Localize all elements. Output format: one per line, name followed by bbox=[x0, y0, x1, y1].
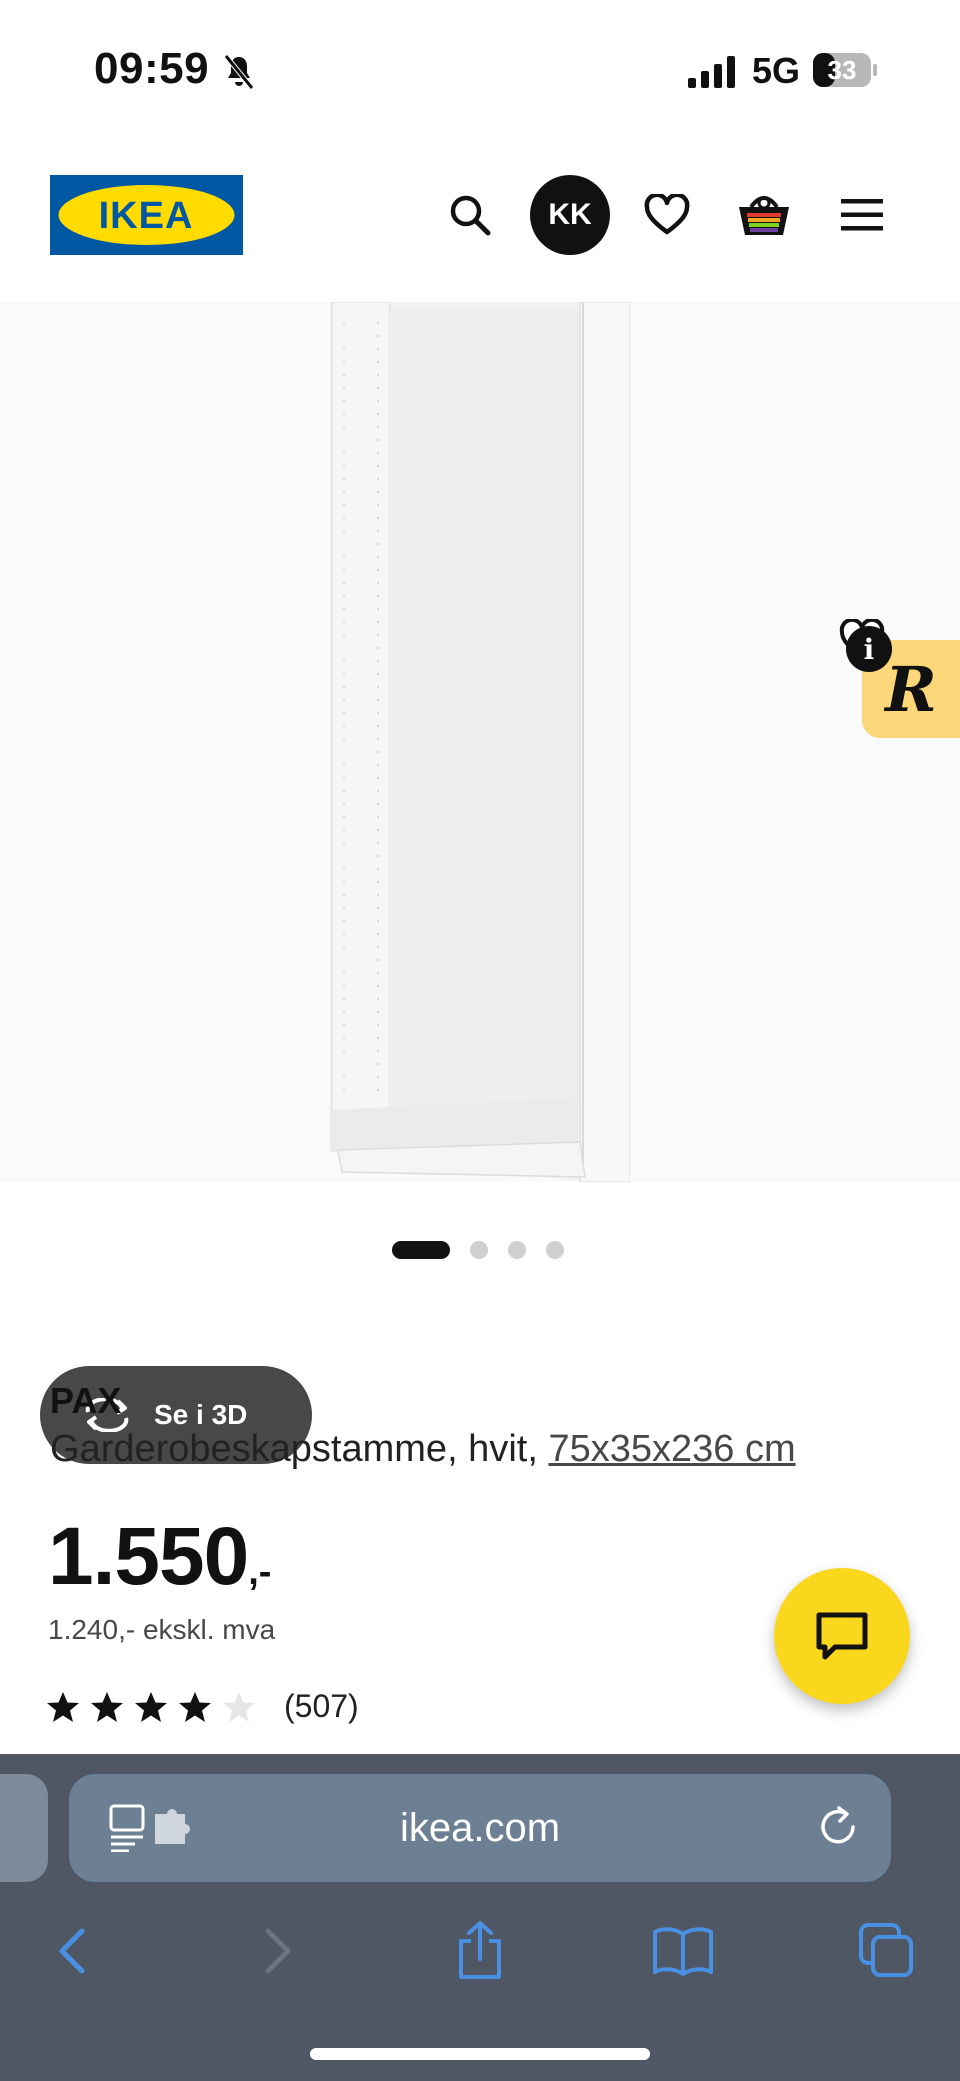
browser-nav bbox=[0, 1906, 960, 1996]
chat-icon bbox=[816, 1612, 868, 1660]
menu-icon[interactable] bbox=[829, 182, 895, 248]
price-value: 1.550 bbox=[48, 1511, 249, 1602]
battery-level: 33 bbox=[828, 55, 857, 85]
gallery-dot[interactable] bbox=[470, 1241, 488, 1259]
url-text: ikea.com bbox=[399, 1805, 561, 1850]
info-icon[interactable]: i bbox=[846, 626, 892, 672]
gallery-pagination bbox=[392, 1241, 564, 1259]
star-icon-filled bbox=[91, 1691, 123, 1722]
user-avatar[interactable]: KK bbox=[530, 175, 610, 255]
shopping-bag-icon[interactable] bbox=[731, 182, 797, 248]
address-bar[interactable]: ikea.com bbox=[69, 1774, 891, 1882]
ikea-logo[interactable]: IKEA bbox=[50, 175, 243, 255]
share-icon[interactable] bbox=[445, 1916, 515, 1986]
wardrobe-image bbox=[330, 302, 630, 1182]
site-header: IKEA KK bbox=[0, 160, 960, 270]
product-name: PAX bbox=[50, 1380, 122, 1421]
battery-icon: 33 bbox=[812, 52, 878, 88]
signal-icon bbox=[688, 56, 735, 88]
home-indicator[interactable] bbox=[310, 2048, 650, 2060]
star-icon-filled bbox=[47, 1691, 79, 1722]
forward-icon[interactable] bbox=[244, 1916, 314, 1986]
bookmarks-icon[interactable] bbox=[648, 1916, 718, 1986]
network-type: 5G bbox=[752, 50, 801, 91]
price-excl-vat: 1.240,- ekskl. mva bbox=[48, 1614, 276, 1645]
tabs-icon[interactable] bbox=[852, 1916, 922, 1986]
search-icon[interactable] bbox=[437, 182, 503, 248]
muted-bell-icon bbox=[224, 54, 254, 90]
review-count: (507) bbox=[284, 1688, 359, 1724]
status-time: 09:59 bbox=[94, 44, 210, 93]
product-type: Garderobeskapstamme, hvit, bbox=[50, 1428, 538, 1470]
product-description: Garderobeskapstamme, hvit, 75x35x236 cm bbox=[50, 1428, 796, 1471]
favorites-icon[interactable] bbox=[634, 182, 700, 248]
view-in-3d-label: Se i 3D bbox=[154, 1399, 248, 1430]
product-rating[interactable]: (507) bbox=[46, 1688, 359, 1725]
status-bar: 09:59 5G 33 bbox=[0, 0, 960, 140]
browser-toolbar: ikea.com bbox=[0, 1754, 960, 2081]
product-price: 1.550,- bbox=[48, 1510, 271, 1604]
previous-tab-stub[interactable] bbox=[0, 1774, 48, 1882]
product-image[interactable]: Se i 3D bbox=[0, 302, 960, 1464]
price-suffix: ,- bbox=[248, 1551, 272, 1593]
gallery-dot[interactable] bbox=[546, 1241, 564, 1259]
star-icon-filled bbox=[179, 1691, 211, 1722]
gallery-dot-active[interactable] bbox=[392, 1241, 450, 1259]
star-icon-filled bbox=[135, 1691, 167, 1722]
product-size-link[interactable]: 75x35x236 cm bbox=[548, 1428, 795, 1470]
star-icon-empty bbox=[223, 1691, 255, 1722]
reload-icon[interactable] bbox=[813, 1802, 863, 1852]
gallery-dot[interactable] bbox=[508, 1241, 526, 1259]
back-icon[interactable] bbox=[36, 1916, 106, 1986]
chat-button[interactable] bbox=[774, 1568, 910, 1704]
logo-text: IKEA bbox=[99, 195, 194, 237]
